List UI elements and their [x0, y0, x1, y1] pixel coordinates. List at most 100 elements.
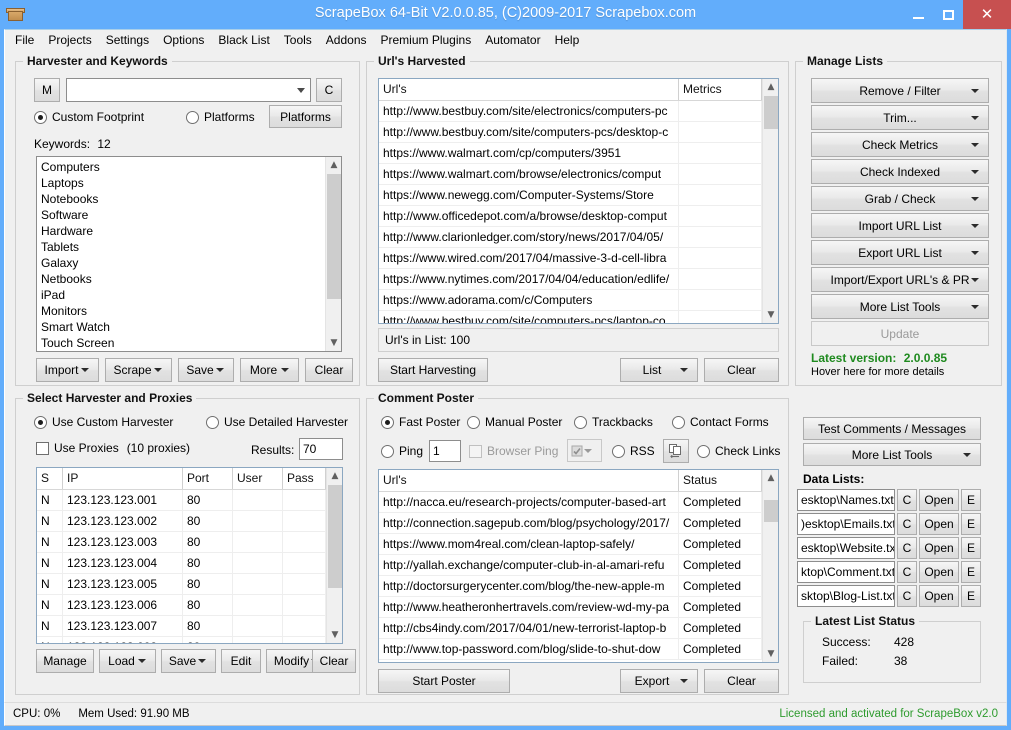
menu-help[interactable]: Help	[548, 30, 587, 51]
table-row[interactable]: N123.123.123.00280	[37, 511, 342, 532]
table-row[interactable]: https://www.newegg.com/Computer-Systems/…	[379, 185, 778, 206]
poster-export-button[interactable]: Export	[620, 669, 698, 693]
data-list-e-button-emails[interactable]: E	[961, 513, 981, 535]
table-row[interactable]: N123.123.123.00180	[37, 490, 342, 511]
latest-version-hint[interactable]: Hover here for more details	[811, 366, 944, 378]
data-list-e-button-names[interactable]: E	[961, 489, 981, 511]
scrollbar-thumb[interactable]	[764, 500, 778, 522]
menu-black-list[interactable]: Black List	[211, 30, 276, 51]
check-indexed-button[interactable]: Check Indexed	[811, 159, 989, 184]
urls-harvested-scrollbar[interactable]: ▲ ▼	[762, 79, 778, 323]
data-list-path-website[interactable]: esktop\Website.txt	[797, 537, 895, 559]
check-metrics-button[interactable]: Check Metrics	[811, 132, 989, 157]
scrollbar-thumb[interactable]	[764, 96, 778, 129]
keywords-clear-button[interactable]: Clear	[305, 358, 353, 382]
ping-input[interactable]: 1	[429, 440, 461, 462]
column-header-port[interactable]: Port	[183, 468, 233, 489]
import-url-list-button[interactable]: Import URL List	[811, 213, 989, 238]
table-row[interactable]: http://www.officedepot.com/a/browse/desk…	[379, 206, 778, 227]
column-header-user[interactable]: User	[233, 468, 283, 489]
radio-fast-poster[interactable]: Fast Poster	[381, 415, 460, 429]
import-export-urls-pr-button[interactable]: Import/Export URL's & PR	[811, 267, 989, 292]
comment-poster-grid[interactable]: Url's Status http://nacca.eu/research-pr…	[378, 469, 779, 663]
checkbox-use-proxies[interactable]: Use Proxies (10 proxies)	[36, 441, 190, 455]
proxies-clear-button[interactable]: Clear	[312, 649, 356, 673]
column-header-urls[interactable]: Url's	[379, 470, 679, 491]
data-list-open-button-website[interactable]: Open	[919, 537, 959, 559]
right-more-list-tools-button[interactable]: More List Tools	[803, 443, 981, 466]
table-row[interactable]: http://www.bestbuy.com/site/computers-pc…	[379, 311, 778, 323]
scrollbar-thumb[interactable]	[327, 174, 341, 299]
keywords-more-button[interactable]: More	[240, 358, 299, 382]
table-row[interactable]: N123.123.123.00780	[37, 616, 342, 637]
radio-check-links[interactable]: Check Links	[697, 444, 780, 458]
data-list-e-button-comment[interactable]: E	[961, 561, 981, 583]
table-row[interactable]: http://nacca.eu/research-projects/comput…	[379, 492, 778, 513]
scrollbar-thumb[interactable]	[328, 485, 342, 588]
table-row[interactable]: https://www.nytimes.com/2017/04/04/educa…	[379, 269, 778, 290]
table-row[interactable]: N123.123.123.00880	[37, 637, 342, 643]
table-row[interactable]: http://connection.sagepub.com/blog/psych…	[379, 513, 778, 534]
urls-clear-button[interactable]: Clear	[704, 358, 779, 382]
keywords-scrape-button[interactable]: Scrape	[105, 358, 172, 382]
poster-clear-button[interactable]: Clear	[704, 669, 779, 693]
radio-ping[interactable]: Ping	[381, 444, 423, 458]
proxies-scrollbar[interactable]: ▲ ▼	[326, 468, 342, 643]
table-row[interactable]: https://www.wired.com/2017/04/massive-3-…	[379, 248, 778, 269]
data-list-open-button-comment[interactable]: Open	[919, 561, 959, 583]
radio-contact-forms[interactable]: Contact Forms	[672, 415, 769, 429]
menu-projects[interactable]: Projects	[41, 30, 98, 51]
scroll-up-icon[interactable]: ▲	[326, 157, 342, 173]
more-list-tools-button[interactable]: More List Tools	[811, 294, 989, 319]
menu-options[interactable]: Options	[156, 30, 211, 51]
table-row[interactable]: N123.123.123.00380	[37, 532, 342, 553]
scroll-up-icon[interactable]: ▲	[763, 470, 779, 486]
scroll-down-icon[interactable]: ▼	[327, 627, 343, 643]
column-header-ip[interactable]: IP	[63, 468, 183, 489]
menu-addons[interactable]: Addons	[319, 30, 374, 51]
c-button[interactable]: C	[316, 78, 342, 102]
scroll-down-icon[interactable]: ▼	[763, 307, 779, 323]
table-row[interactable]: http://www.bestbuy.com/site/electronics/…	[379, 101, 778, 122]
table-row[interactable]: http://www.top-password.com/blog/slide-t…	[379, 639, 778, 660]
urls-list-button[interactable]: List	[620, 358, 698, 382]
proxies-edit-button[interactable]: Edit	[221, 649, 261, 673]
menu-tools[interactable]: Tools	[277, 30, 319, 51]
scroll-down-icon[interactable]: ▼	[326, 335, 342, 351]
trim-button[interactable]: Trim...	[811, 105, 989, 130]
data-list-path-blog-list[interactable]: sktop\Blog-List.txt	[797, 585, 895, 607]
radio-platforms[interactable]: Platforms	[186, 110, 255, 124]
data-list-e-button-blog-list[interactable]: E	[961, 585, 981, 607]
keywords-listbox[interactable]: Computers Laptops Notebooks Software Har…	[36, 156, 342, 352]
radio-use-custom-harvester[interactable]: Use Custom Harvester	[34, 415, 173, 429]
table-row[interactable]: https://www.mom4real.com/clean-laptop-sa…	[379, 534, 778, 555]
data-list-c-button-comment[interactable]: C	[897, 561, 917, 583]
menu-settings[interactable]: Settings	[99, 30, 156, 51]
table-row[interactable]: https://www.adorama.com/c/Computers	[379, 290, 778, 311]
menu-premium-plugins[interactable]: Premium Plugins	[374, 30, 479, 51]
proxies-grid[interactable]: S IP Port User Pass N123.123.123.00180 N…	[36, 467, 343, 644]
column-header-status[interactable]: Status	[679, 470, 762, 491]
radio-manual-poster[interactable]: Manual Poster	[467, 415, 562, 429]
export-url-list-button[interactable]: Export URL List	[811, 240, 989, 265]
keywords-scrollbar[interactable]: ▲ ▼	[325, 157, 341, 351]
urls-harvested-grid[interactable]: Url's Metrics http://www.bestbuy.com/sit…	[378, 78, 779, 324]
data-list-c-button-blog-list[interactable]: C	[897, 585, 917, 607]
table-row[interactable]: http://doctorsurgerycenter.com/blog/the-…	[379, 576, 778, 597]
data-list-c-button-names[interactable]: C	[897, 489, 917, 511]
keywords-save-button[interactable]: Save	[178, 358, 234, 382]
scroll-up-icon[interactable]: ▲	[327, 468, 343, 484]
keywords-import-button[interactable]: Import	[36, 358, 99, 382]
grab-check-button[interactable]: Grab / Check	[811, 186, 989, 211]
list-item[interactable]: Smart Watch	[41, 319, 325, 335]
data-list-e-button-website[interactable]: E	[961, 537, 981, 559]
table-row[interactable]: https://www.walmart.com/browse/electroni…	[379, 164, 778, 185]
list-item[interactable]: Laptops	[41, 175, 325, 191]
table-row[interactable]: N123.123.123.00480	[37, 553, 342, 574]
table-row[interactable]: N123.123.123.00680	[37, 595, 342, 616]
table-row[interactable]: http://www.clarionledger.com/story/news/…	[379, 227, 778, 248]
list-item[interactable]: Touch Screen	[41, 335, 325, 351]
m-button[interactable]: M	[34, 78, 60, 102]
data-list-c-button-emails[interactable]: C	[897, 513, 917, 535]
results-input[interactable]: 70	[299, 438, 343, 460]
